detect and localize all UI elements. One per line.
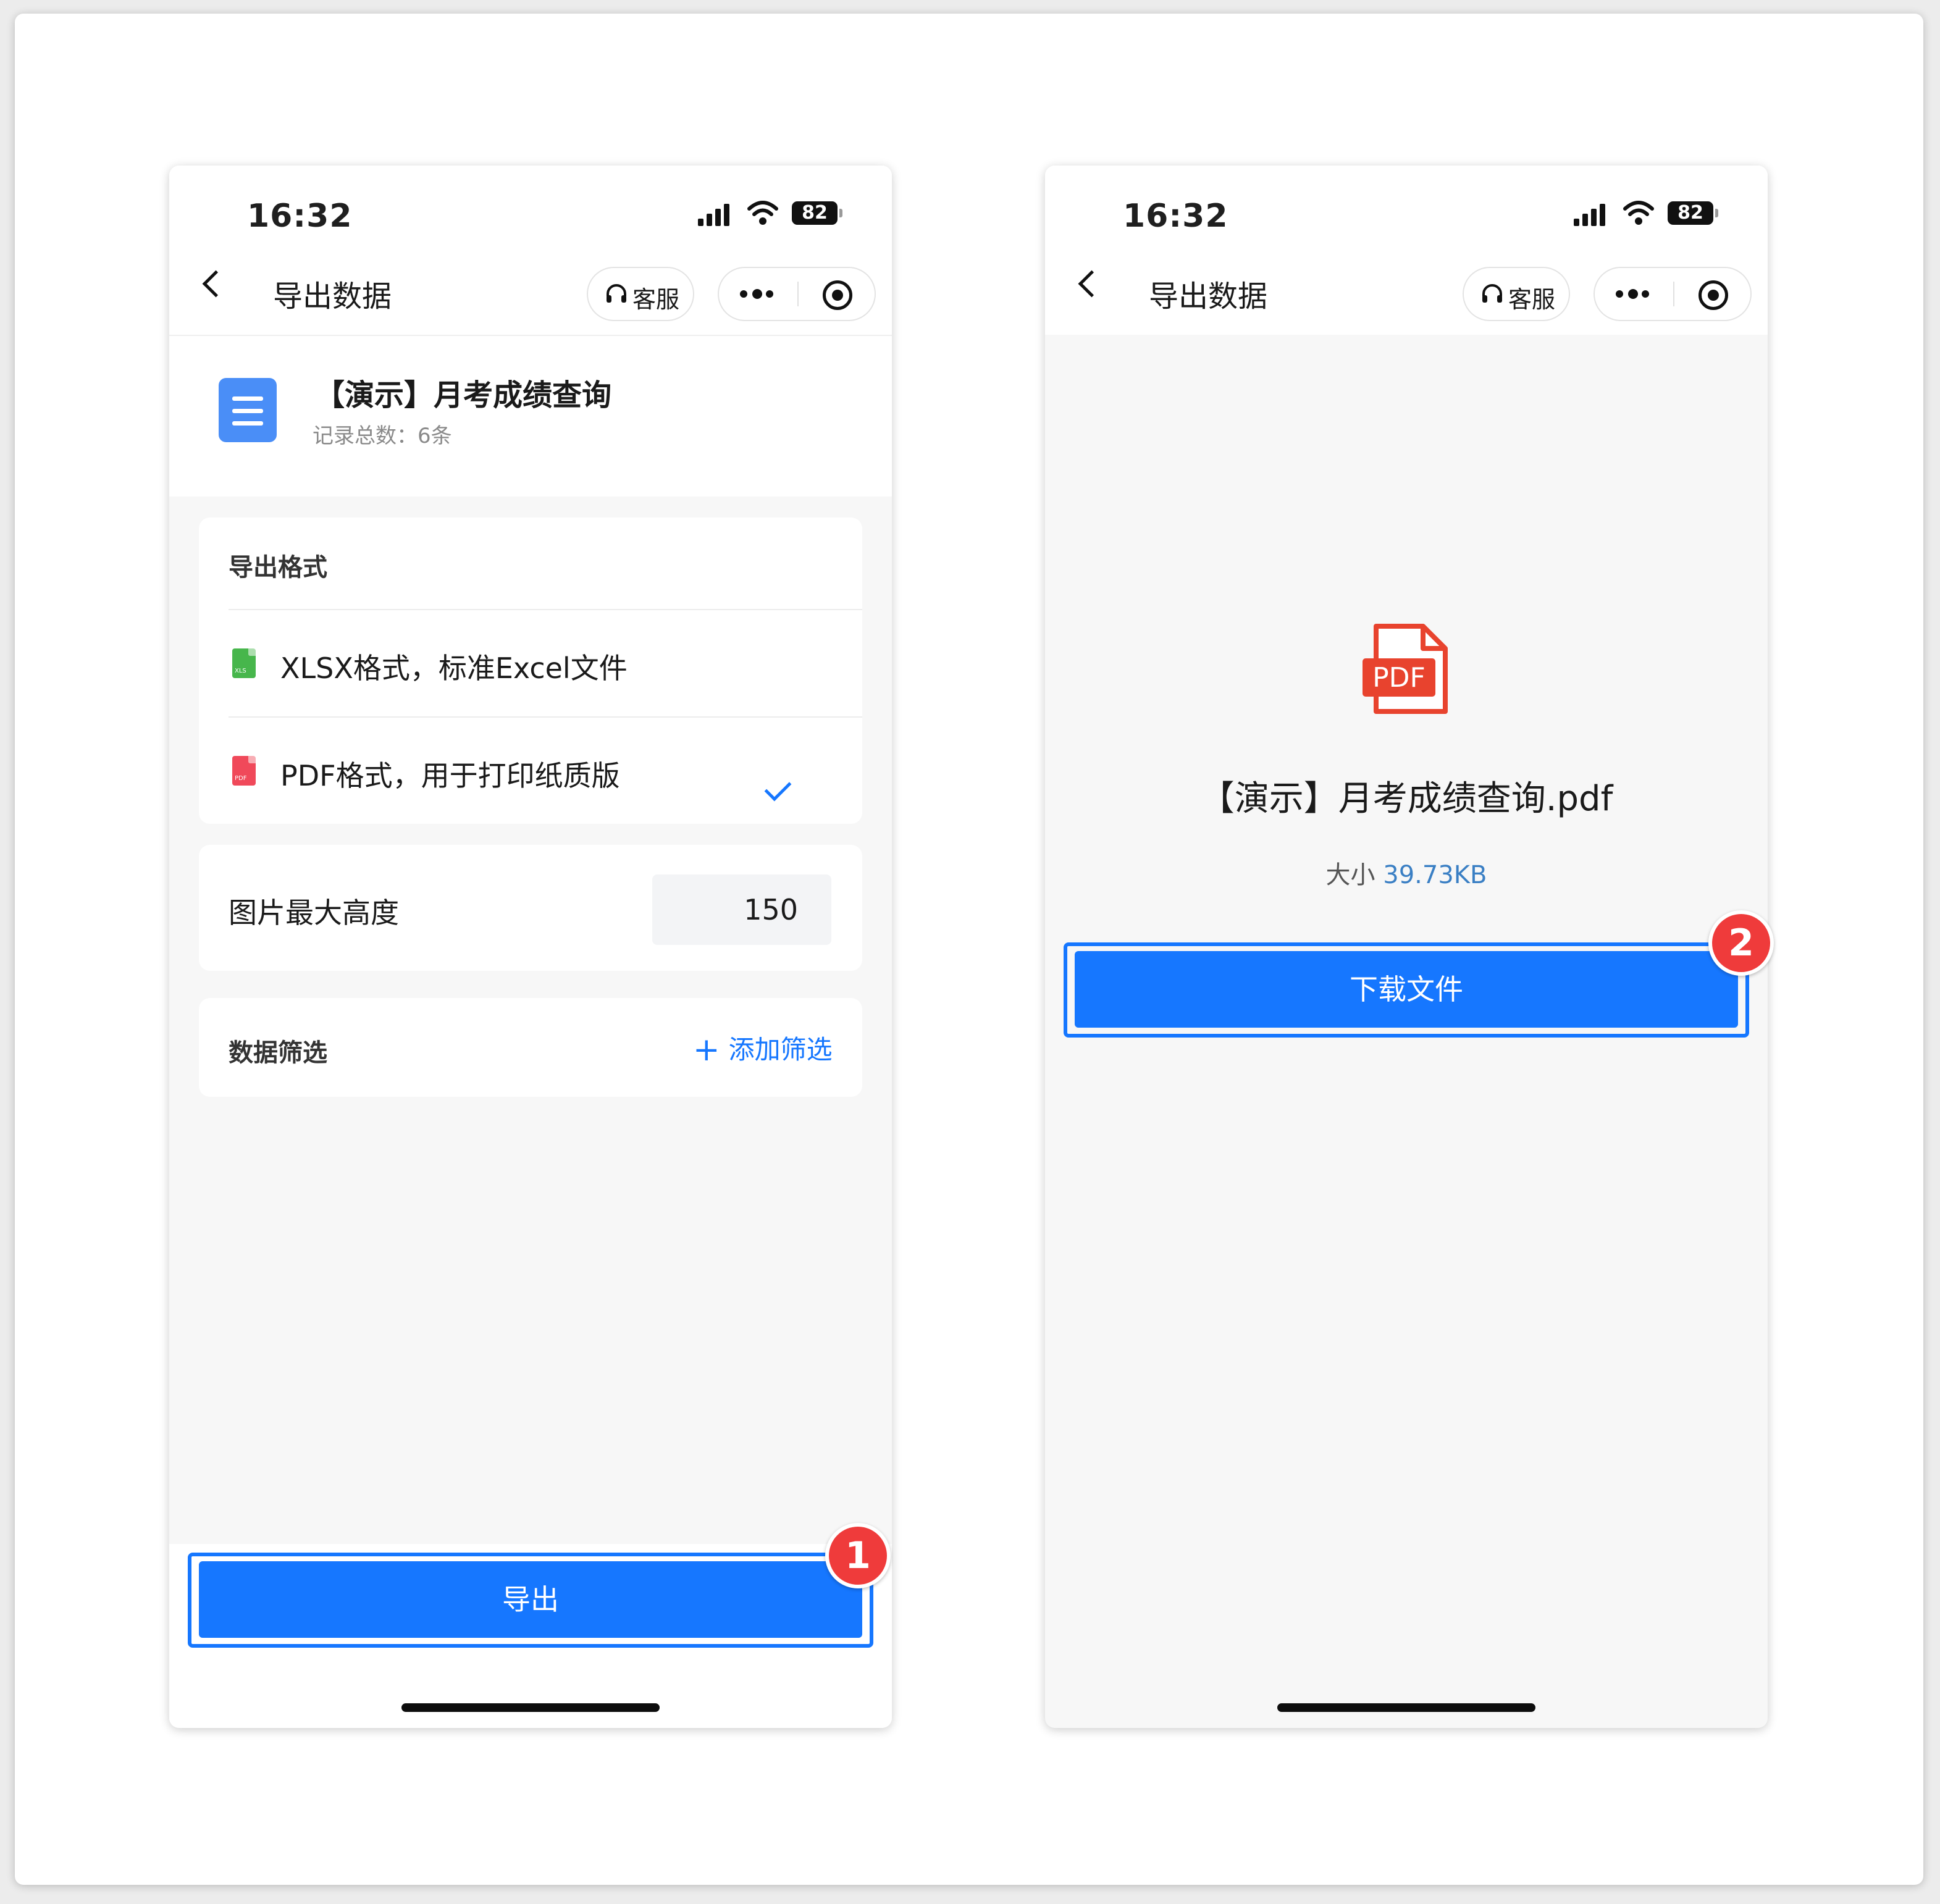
close-miniprogram-icon[interactable] <box>823 280 852 310</box>
cellular-signal-icon <box>1574 204 1611 226</box>
back-button[interactable] <box>202 270 230 298</box>
image-max-height-label: 图片最大高度 <box>229 896 399 929</box>
file-size: 大小 39.73KB <box>1045 855 1768 891</box>
step-badge: 1 <box>825 1523 891 1588</box>
export-settings-screen: 16:32 82 导出数据 客服 【演示】月考成绩查询 记录总数：6条 导出格式 <box>169 166 892 1728</box>
home-indicator <box>401 1703 660 1712</box>
download-screen: 16:32 82 导出数据 客服 PDF 【演示】月考成绩查询.pdf 大小 3 <box>1045 166 1768 1728</box>
format-option-pdf[interactable]: PDF PDF格式，用于打印纸质版 <box>199 718 862 824</box>
page-title: 导出数据 <box>1149 279 1268 314</box>
customer-service-label: 客服 <box>1508 286 1556 313</box>
mini-program-capsule <box>1594 267 1752 321</box>
customer-service-button[interactable]: 客服 <box>587 267 694 321</box>
format-option-label: PDF格式，用于打印纸质版 <box>280 759 620 792</box>
headset-icon <box>1482 284 1502 303</box>
wifi-icon <box>1623 201 1654 225</box>
document-icon <box>219 378 277 442</box>
status-time: 16:32 <box>247 198 353 235</box>
pdf-file-icon: PDF <box>1363 624 1448 714</box>
customer-service-label: 客服 <box>632 286 680 313</box>
xls-file-icon: XLS <box>232 648 256 678</box>
data-filter-card: 数据筛选 + 添加筛选 <box>199 998 862 1097</box>
document-title: 【演示】月考成绩查询 <box>315 378 612 413</box>
format-option-xlsx[interactable]: XLS XLSX格式，标准Excel文件 <box>199 610 862 716</box>
close-miniprogram-icon[interactable] <box>1699 280 1728 310</box>
pdf-file-icon: PDF <box>232 756 256 786</box>
more-icon[interactable] <box>740 288 778 300</box>
record-count: 记录总数：6条 <box>313 424 452 448</box>
file-size-label: 大小 <box>1325 861 1375 889</box>
add-filter-button[interactable]: + 添加筛选 <box>693 1029 833 1068</box>
add-filter-label: 添加筛选 <box>728 1034 833 1065</box>
page-title: 导出数据 <box>273 279 392 314</box>
document-summary <box>169 335 892 497</box>
data-filter-label: 数据筛选 <box>229 1039 327 1067</box>
export-button[interactable]: 导出 <box>199 1561 862 1638</box>
wifi-icon <box>747 201 778 225</box>
capsule-divider <box>797 282 799 306</box>
export-format-card: 导出格式 XLS XLSX格式，标准Excel文件 PDF PDF格式，用于打印… <box>199 518 862 824</box>
file-size-value: 39.73KB <box>1383 861 1487 889</box>
file-name: 【演示】月考成绩查询.pdf <box>1199 779 1613 819</box>
image-max-height-input[interactable] <box>652 874 831 945</box>
headset-icon <box>607 284 626 303</box>
step-badge: 2 <box>1708 910 1774 976</box>
header: 16:32 82 导出数据 客服 <box>1045 166 1768 335</box>
battery-icon: 82 <box>792 201 842 225</box>
home-indicator <box>1277 1703 1535 1712</box>
battery-icon: 82 <box>1668 201 1718 225</box>
status-time: 16:32 <box>1123 198 1228 235</box>
export-format-label: 导出格式 <box>229 553 327 582</box>
svg-text:PDF: PDF <box>1372 662 1426 694</box>
back-button[interactable] <box>1078 270 1106 298</box>
header: 16:32 82 导出数据 客服 <box>169 166 892 335</box>
more-icon[interactable] <box>1616 288 1654 300</box>
mini-program-capsule <box>718 267 876 321</box>
cellular-signal-icon <box>698 204 735 226</box>
image-height-card: 图片最大高度 <box>199 845 862 971</box>
customer-service-button[interactable]: 客服 <box>1463 267 1570 321</box>
download-file-button[interactable]: 下载文件 <box>1075 951 1738 1028</box>
format-option-label: XLSX格式，标准Excel文件 <box>280 652 628 685</box>
plus-icon: + <box>693 1031 720 1068</box>
capsule-divider <box>1673 282 1674 306</box>
